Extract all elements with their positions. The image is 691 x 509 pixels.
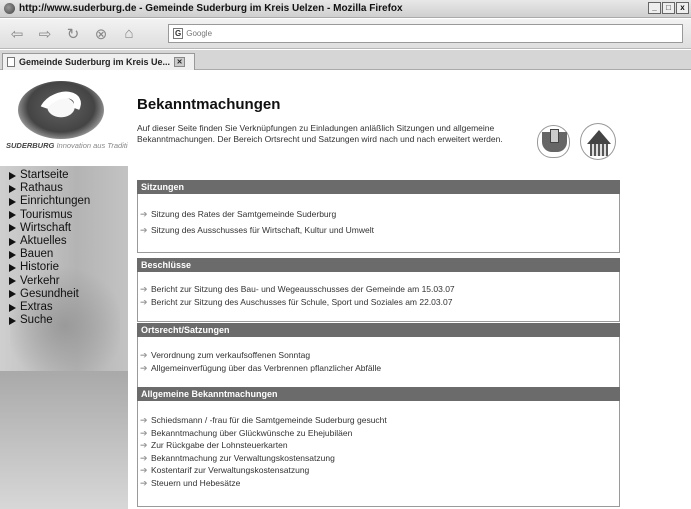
site-logo[interactable]: SUDERBURG Innovation aus Tradition — [0, 71, 128, 166]
maximize-button[interactable]: □ — [662, 2, 675, 14]
forward-arrow-icon[interactable]: ⇨ — [34, 25, 56, 43]
arrow-icon: ➔ — [140, 284, 148, 294]
sidebar-item-startseite[interactable]: Startseite — [9, 169, 90, 182]
arrow-icon: ➔ — [140, 296, 148, 307]
list-item[interactable]: ➔ Schiedsmann / -frau für die Samtgemeind… — [138, 414, 619, 427]
sidebar-item-historie[interactable]: Historie — [9, 261, 90, 274]
page-title: Bekanntmachungen — [137, 96, 281, 113]
sidebar-item-wirtschaft[interactable]: Wirtschaft — [9, 222, 90, 235]
firefox-icon — [4, 3, 15, 14]
list-item[interactable]: ➔ Bericht zur Sitzung des Bau- und Wegeau… — [138, 283, 619, 296]
section-sitzungen: Sitzungen ➔ Sitzung des Rates der Samtgem… — [137, 180, 620, 253]
arrow-icon: ➔ — [140, 209, 148, 219]
sidebar-item-rathaus[interactable]: Rathaus — [9, 182, 90, 195]
home-icon[interactable]: ⌂ — [118, 25, 140, 42]
list-item[interactable]: ➔ Sitzung des Rates der Samtgemeinde Sude… — [138, 208, 619, 221]
list-item[interactable]: ➔ Allgemeinverfügung über das Verbrennen … — [138, 362, 619, 375]
stop-icon[interactable]: ⊗ — [90, 25, 112, 43]
arrow-icon: ➔ — [140, 452, 148, 463]
list-item[interactable]: ➔ Verordnung zum verkaufsoffenen Sonntag — [138, 349, 619, 362]
sidebar: SUDERBURG Innovation aus Tradition Start… — [0, 71, 128, 509]
list-item[interactable]: ➔ Steuern und Hebesätze — [138, 477, 619, 490]
section-beschluesse: Beschlüsse ➔ Bericht zur Sitzung des Bau-… — [137, 258, 620, 322]
tab-suderburg[interactable]: Gemeinde Suderburg im Kreis Ue... ✕ — [2, 53, 195, 70]
page-content: SUDERBURG Innovation aus Tradition Start… — [0, 71, 691, 509]
back-arrow-icon[interactable]: ⇦ — [6, 25, 28, 43]
search-placeholder: Google — [186, 29, 213, 38]
list-item[interactable]: ➔ Bekanntmachung zur Verwaltungskostensat… — [138, 452, 619, 465]
coat-of-arms-icon — [537, 125, 570, 158]
reload-icon[interactable]: ↻ — [62, 25, 84, 43]
search-input[interactable]: G Google — [168, 24, 683, 43]
main-content: Bekanntmachungen Auf dieser Seite finden… — [137, 71, 691, 509]
arrow-icon: ➔ — [140, 362, 148, 373]
sidebar-item-extras[interactable]: Extras — [9, 301, 90, 314]
logo-text: SUDERBURG Innovation aus Tradition — [6, 141, 128, 150]
arrow-icon: ➔ — [140, 465, 148, 475]
section-ortsrecht: Ortsrecht/Satzungen ➔ Verordnung zum verk… — [137, 323, 620, 389]
section-header: Sitzungen — [137, 180, 620, 194]
arrow-icon: ➔ — [140, 477, 148, 488]
list-item[interactable]: ➔ Sitzung des Ausschusses für Wirtschaft,… — [138, 224, 619, 237]
list-item[interactable]: ➔ Bericht zur Sitzung des Auschusses für … — [138, 296, 619, 309]
arrow-icon: ➔ — [140, 427, 148, 438]
arrow-icon: ➔ — [140, 224, 148, 235]
window-titlebar: http://www.suderburg.de - Gemeinde Suder… — [0, 0, 691, 18]
minimize-button[interactable]: _ — [648, 2, 661, 14]
sidebar-menu: Startseite Rathaus Einrichtungen Tourism… — [9, 169, 90, 327]
window-controls: _ □ x — [648, 2, 689, 14]
intro-text: Auf dieser Seite finden Sie Verknüpfunge… — [137, 123, 503, 144]
section-header: Ortsrecht/Satzungen — [137, 323, 620, 337]
page-icon — [7, 57, 15, 67]
arrow-icon: ➔ — [140, 350, 148, 360]
close-button[interactable]: x — [676, 2, 689, 14]
list-item[interactable]: ➔ Bekanntmachung über Glückwünsche zu Ehe… — [138, 427, 619, 440]
sidebar-item-einrichtungen[interactable]: Einrichtungen — [9, 195, 90, 208]
sidebar-item-aktuelles[interactable]: Aktuelles — [9, 235, 90, 248]
window-title: http://www.suderburg.de - Gemeinde Suder… — [19, 3, 403, 14]
church-crest-icon — [580, 123, 616, 160]
sidebar-item-verkehr[interactable]: Verkehr — [9, 275, 90, 288]
navigation-toolbar: ⇦ ⇨ ↻ ⊗ ⌂ G Google — [0, 19, 691, 49]
search-engine-icon[interactable]: G — [173, 28, 184, 39]
sidebar-item-gesundheit[interactable]: Gesundheit — [9, 288, 90, 301]
sidebar-item-tourismus[interactable]: Tourismus — [9, 209, 90, 222]
tab-title: Gemeinde Suderburg im Kreis Ue... — [19, 57, 171, 67]
list-item[interactable]: ➔ Zur Rückgabe der Lohnsteuerkarten — [138, 439, 619, 452]
section-allgemeine-bekanntmachungen: Allgemeine Bekanntmachungen ➔ Schiedsmann… — [137, 387, 620, 507]
arrow-icon: ➔ — [140, 415, 148, 425]
arrow-icon: ➔ — [140, 440, 148, 450]
section-header: Beschlüsse — [137, 258, 620, 272]
tab-bar: Gemeinde Suderburg im Kreis Ue... ✕ — [0, 50, 691, 70]
list-item[interactable]: ➔ Kostentarif zur Verwaltungskostensatzun… — [138, 464, 619, 477]
tab-close-icon[interactable]: ✕ — [174, 57, 186, 67]
section-header: Allgemeine Bekanntmachungen — [137, 387, 620, 401]
sidebar-item-suche[interactable]: Suche — [9, 314, 90, 327]
sidebar-item-bauen[interactable]: Bauen — [9, 248, 90, 261]
